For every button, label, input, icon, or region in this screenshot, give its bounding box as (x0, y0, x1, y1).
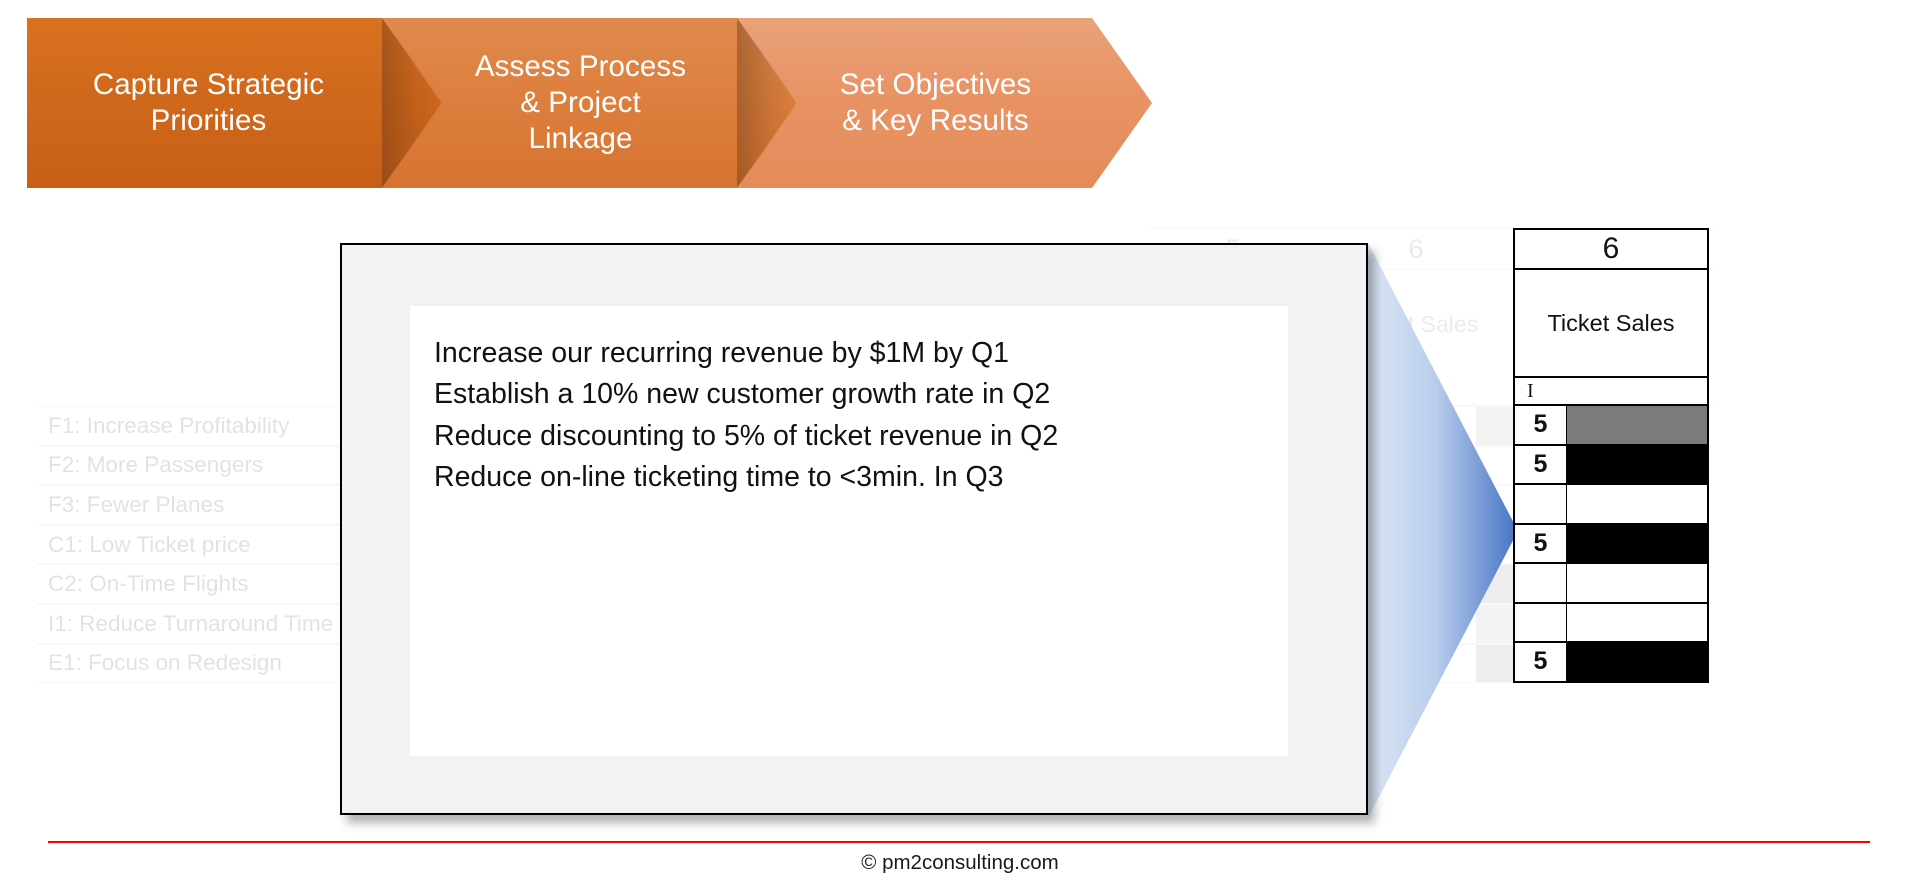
highlight-column-row[interactable] (1513, 564, 1709, 604)
highlight-column-rows: 5555 (1513, 406, 1709, 683)
highlight-column-row[interactable] (1513, 603, 1709, 643)
matrix-row-label: F2: More Passengers (38, 445, 378, 486)
highlight-row-score: 5 (1515, 524, 1567, 562)
process-step-capture-strategic-priorities[interactable]: Capture Strategic Priorities (27, 18, 442, 188)
highlight-row-bar (1567, 564, 1707, 602)
highlight-column-subheader: I (1513, 378, 1709, 406)
process-step-set-objectives-key-results[interactable]: Set Objectives & Key Results (737, 18, 1152, 188)
matrix-row-label: F3: Fewer Planes (38, 485, 378, 525)
highlight-row-bar (1567, 445, 1707, 483)
highlight-column-name: Ticket Sales (1513, 270, 1709, 378)
process-flow-banner: Capture Strategic Priorities Assess Proce… (27, 18, 1152, 188)
highlight-row-bar (1567, 485, 1707, 523)
highlight-column-row[interactable]: 5 (1513, 406, 1709, 446)
matrix-row-label: I1: Reduce Turnaround Time (38, 604, 378, 644)
highlight-row-bar (1567, 406, 1707, 444)
okr-callout-content: Increase our recurring revenue by $1M by… (410, 306, 1288, 756)
highlight-column-row[interactable]: 5 (1513, 524, 1709, 564)
highlighted-column-ticket-sales[interactable]: 6 Ticket Sales I 5555 (1513, 228, 1709, 683)
highlight-row-score: 5 (1515, 445, 1567, 483)
process-step-assess-process-project-linkage[interactable]: Assess Process & Project Linkage (382, 18, 797, 188)
okr-line: Reduce discounting to 5% of ticket reven… (434, 419, 1059, 452)
highlight-row-bar (1567, 643, 1707, 681)
highlight-column-row[interactable]: 5 (1513, 445, 1709, 485)
matrix-row-label: C1: Low Ticket price (38, 524, 378, 565)
okr-callout-box[interactable]: Increase our recurring revenue by $1M by… (340, 243, 1368, 815)
highlight-row-score (1515, 564, 1567, 602)
highlight-row-score: 5 (1515, 643, 1567, 681)
highlight-column-number: 6 (1513, 228, 1709, 270)
process-step-label: Set Objectives & Key Results (839, 68, 1032, 137)
highlight-row-score: 5 (1515, 406, 1567, 444)
process-step-label: Capture Strategic Priorities (92, 68, 325, 137)
okr-line: Establish a 10% new customer growth rate… (434, 378, 1051, 411)
highlight-row-score (1515, 603, 1567, 641)
matrix-row-label: E1: Focus on Redesign (38, 643, 378, 684)
highlight-column-row[interactable]: 5 (1513, 643, 1709, 683)
callout-connector-funnel-icon (1368, 243, 1518, 818)
okr-line: Increase our recurring revenue by $1M by… (434, 337, 1010, 369)
footer-divider (48, 841, 1870, 843)
highlight-column-row[interactable] (1513, 485, 1709, 525)
footer-copyright: © pm2consulting.com (861, 851, 1059, 874)
process-step-label: Assess Process & Project Linkage (474, 50, 687, 155)
highlight-row-score (1515, 485, 1567, 523)
matrix-row-label: F1: Increase Profitability (38, 406, 378, 446)
highlight-row-bar (1567, 524, 1707, 562)
okr-line: Reduce on-line ticketing time to <3min. … (434, 460, 1004, 493)
matrix-row-label: C2: On-Time Flights (38, 564, 378, 604)
highlight-row-bar (1567, 603, 1707, 641)
